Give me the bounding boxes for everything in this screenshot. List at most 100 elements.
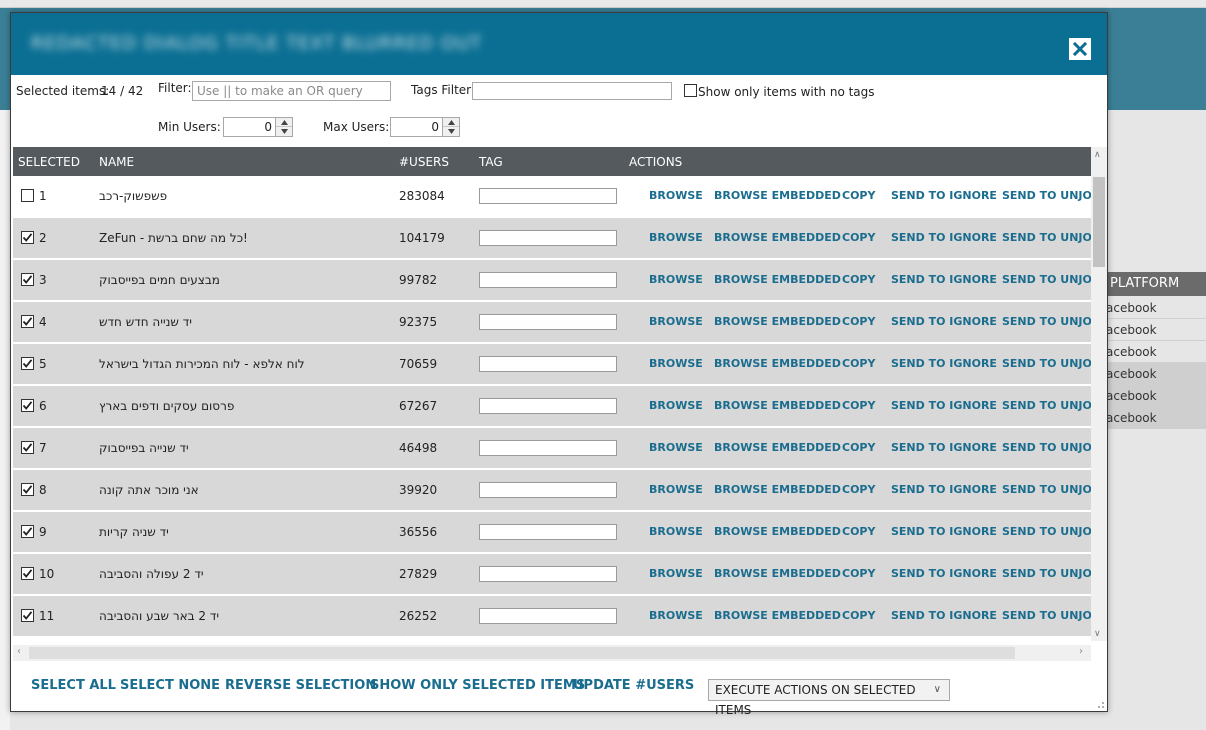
copy-button[interactable]: COPY [842,483,875,496]
tags-filter-input[interactable] [472,82,672,100]
reverse-selection-button[interactable]: REVERSE SELECTION [225,678,376,693]
scroll-left-icon[interactable]: ‹ [17,646,21,657]
table-row[interactable]: 1 פשפשוק-רכב 283084 BROWSE BROWSE EMBEDDED CO… [13,176,1091,218]
vertical-scrollbar[interactable]: ∧ ∨ [1091,147,1107,641]
max-users-up-button[interactable] [443,118,459,127]
row-tag-input[interactable] [479,608,617,624]
execute-actions-dropdown[interactable]: EXECUTE ACTIONS ON SELECTED ITEMS ∨ [708,679,950,717]
copy-button[interactable]: COPY [842,231,875,244]
copy-button[interactable]: COPY [842,441,875,454]
send-to-ignore-button[interactable]: SEND TO IGNORE [891,315,997,328]
row-tag-input[interactable] [479,230,617,246]
browse-embedded-button[interactable]: BROWSE EMBEDDED [714,609,841,622]
copy-button[interactable]: COPY [842,357,875,370]
row-tag-input[interactable] [479,188,617,204]
copy-button[interactable]: COPY [842,609,875,622]
send-to-unjoin-button[interactable]: SEND TO UNJOIN [1002,357,1091,370]
send-to-ignore-button[interactable]: SEND TO IGNORE [891,189,997,202]
row-tag-input[interactable] [479,398,617,414]
row-tag-input[interactable] [479,356,617,372]
browse-embedded-button[interactable]: BROWSE EMBEDDED [714,357,841,370]
row-tag-input[interactable] [479,314,617,330]
no-tags-checkbox[interactable] [684,84,697,97]
table-row[interactable]: 10 יד 2 עפולה והסביבה 27829 BROWSE BROWSE EM… [13,554,1091,596]
send-to-unjoin-button[interactable]: SEND TO UNJOIN [1002,399,1091,412]
update-users-button[interactable]: UPDATE #USERS [573,678,694,693]
send-to-unjoin-button[interactable]: SEND TO UNJOIN [1002,567,1091,580]
table-row[interactable]: 2 ZeFun - כל מה שחם ברשת! 104179 BROWSE BROW… [13,218,1091,260]
scroll-up-icon[interactable]: ∧ [1094,150,1101,160]
row-select-checkbox[interactable] [21,609,34,622]
copy-button[interactable]: COPY [842,189,875,202]
scroll-right-icon[interactable]: › [1079,646,1083,657]
send-to-ignore-button[interactable]: SEND TO IGNORE [891,399,997,412]
table-row[interactable]: 4 יד שנייה חדש חדש 92375 BROWSE BROWSE EMBED… [13,302,1091,344]
send-to-ignore-button[interactable]: SEND TO IGNORE [891,357,997,370]
horizontal-scroll-thumb[interactable] [29,647,1015,659]
show-only-selected-button[interactable]: SHOW ONLY SELECTED ITEMS [370,678,585,693]
row-tag-input[interactable] [479,566,617,582]
row-select-checkbox[interactable] [21,483,34,496]
column-tag[interactable]: TAG [479,155,503,169]
send-to-unjoin-button[interactable]: SEND TO UNJOIN [1002,315,1091,328]
close-button[interactable] [1068,37,1092,61]
min-users-stepper[interactable]: 0 [223,117,293,137]
row-select-checkbox[interactable] [21,231,34,244]
send-to-unjoin-button[interactable]: SEND TO UNJOIN [1002,525,1091,538]
browse-button[interactable]: BROWSE [649,315,703,328]
filter-input[interactable] [192,81,391,101]
row-tag-input[interactable] [479,440,617,456]
browse-button[interactable]: BROWSE [649,231,703,244]
max-users-down-button[interactable] [443,127,459,136]
send-to-ignore-button[interactable]: SEND TO IGNORE [891,525,997,538]
browse-button[interactable]: BROWSE [649,399,703,412]
horizontal-scrollbar[interactable]: ‹ › [13,645,1091,661]
browse-embedded-button[interactable]: BROWSE EMBEDDED [714,483,841,496]
row-select-checkbox[interactable] [21,189,34,202]
table-row[interactable]: 11 יד 2 באר שבע והסביבה 26252 BROWSE BROWSE … [13,596,1091,638]
send-to-unjoin-button[interactable]: SEND TO UNJOIN [1002,483,1091,496]
send-to-ignore-button[interactable]: SEND TO IGNORE [891,273,997,286]
row-tag-input[interactable] [479,272,617,288]
send-to-ignore-button[interactable]: SEND TO IGNORE [891,609,997,622]
send-to-ignore-button[interactable]: SEND TO IGNORE [891,441,997,454]
column-users[interactable]: #USERS [399,155,449,169]
send-to-ignore-button[interactable]: SEND TO IGNORE [891,231,997,244]
resize-grip-icon[interactable] [1095,699,1105,709]
scroll-down-icon[interactable]: ∨ [1094,629,1101,639]
copy-button[interactable]: COPY [842,273,875,286]
browse-button[interactable]: BROWSE [649,525,703,538]
send-to-unjoin-button[interactable]: SEND TO UNJOIN [1002,189,1091,202]
copy-button[interactable]: COPY [842,525,875,538]
send-to-ignore-button[interactable]: SEND TO IGNORE [891,567,997,580]
row-select-checkbox[interactable] [21,399,34,412]
browse-embedded-button[interactable]: BROWSE EMBEDDED [714,441,841,454]
send-to-unjoin-button[interactable]: SEND TO UNJOIN [1002,231,1091,244]
browse-button[interactable]: BROWSE [649,273,703,286]
row-tag-input[interactable] [479,524,617,540]
browse-embedded-button[interactable]: BROWSE EMBEDDED [714,399,841,412]
select-none-button[interactable]: SELECT NONE [120,678,220,693]
table-row[interactable]: 8 אני מוכר אתה קונה 39920 BROWSE BROWSE EMBE… [13,470,1091,512]
row-tag-input[interactable] [479,482,617,498]
browse-button[interactable]: BROWSE [649,567,703,580]
row-select-checkbox[interactable] [21,273,34,286]
browse-button[interactable]: BROWSE [649,189,703,202]
min-users-up-button[interactable] [276,118,292,127]
table-row[interactable]: 3 מבצעים חמים בפייסבוק 99782 BROWSE BROWSE E… [13,260,1091,302]
browse-button[interactable]: BROWSE [649,441,703,454]
browse-embedded-button[interactable]: BROWSE EMBEDDED [714,525,841,538]
row-select-checkbox[interactable] [21,315,34,328]
row-select-checkbox[interactable] [21,525,34,538]
browse-embedded-button[interactable]: BROWSE EMBEDDED [714,567,841,580]
browse-embedded-button[interactable]: BROWSE EMBEDDED [714,189,841,202]
row-select-checkbox[interactable] [21,441,34,454]
send-to-unjoin-button[interactable]: SEND TO UNJOIN [1002,273,1091,286]
browse-button[interactable]: BROWSE [649,483,703,496]
column-selected[interactable]: SELECTED [18,155,80,169]
table-row[interactable]: 9 יד שניה קריות 36556 BROWSE BROWSE EMBEDDED… [13,512,1091,554]
copy-button[interactable]: COPY [842,567,875,580]
max-users-stepper[interactable]: 0 [390,117,460,137]
row-select-checkbox[interactable] [21,567,34,580]
send-to-unjoin-button[interactable]: SEND TO UNJOIN [1002,441,1091,454]
